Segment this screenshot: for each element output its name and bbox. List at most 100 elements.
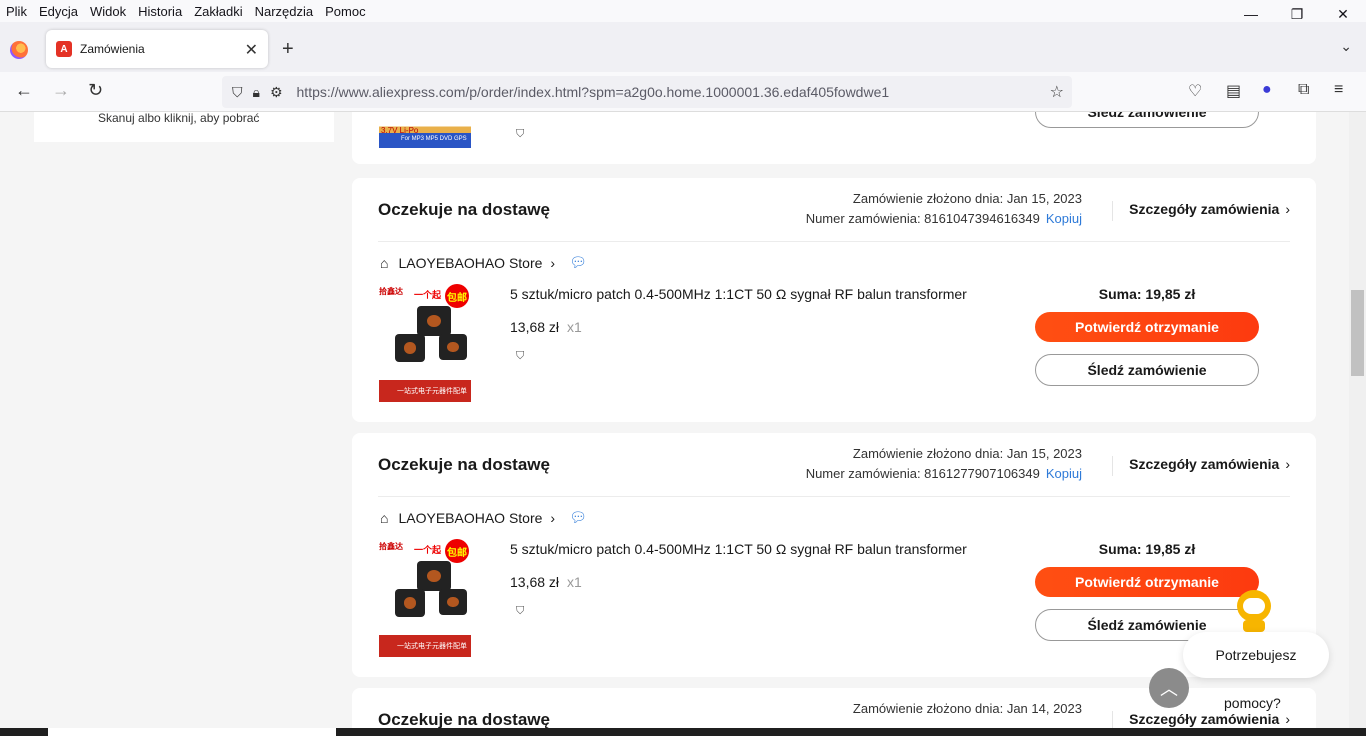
order-meta: Zamówienie złożono dnia: Jan 15, 2023 Nu… [806,189,1082,229]
url-bar[interactable]: ⛉ 🔒︎ ⚙ https://www.aliexpress.com/p/orde… [222,76,1072,108]
store-row: ⌂ LAOYEBAOHAO Store › 💬︎ [380,509,587,526]
thumb-red-text: 一个起 [413,290,441,300]
tracking-protection-shield-icon[interactable]: ⛉ [232,84,243,101]
store-name[interactable]: LAOYEBAOHAO Store [398,510,542,526]
order-details-link[interactable]: Szczegóły zamówienia › [1112,201,1290,221]
order-number: Numer zamówienia: 8161047394616349 [805,211,1040,226]
product-price: 13,68 zł x1 [510,574,582,590]
price-value: 13,68 zł [510,574,560,590]
store-name[interactable]: LAOYEBAOHAO Store [398,255,542,271]
reader-view-icon[interactable]: ▤ [1226,81,1241,101]
app-download-panel: Skanuj albo kliknij, aby pobrać [34,112,334,142]
tab-title: Zamówienia [80,42,145,56]
url-text[interactable]: https://www.aliexpress.com/p/order/index… [297,84,890,100]
permissions-icon[interactable]: ⚙ [270,84,283,101]
menu-pomoc[interactable]: Pomoc [319,4,371,19]
thumb-red-text: 一个起 [413,545,441,555]
app-menu-icon[interactable]: ≡ [1334,81,1343,99]
order-details-label: Szczegóły zamówienia [1129,456,1280,472]
menu-bar: Plik Edycja Widok Historia Zakładki Narz… [0,0,1366,22]
order-details-link[interactable]: Szczegóły zamówienia › [1112,711,1290,728]
product-thumbnail[interactable]: 拾鑫达 一个起 包邮 一站式电子元器件配单 [379,539,471,657]
track-order-button[interactable]: Śledź zamówienie [1035,354,1259,386]
thumb-strip [379,370,471,380]
order-header: Oczekuje na dostawę Zamówienie złożono d… [378,433,1290,497]
page-content: Skanuj albo kliknij, aby pobrać ⛉ Śledź … [0,112,1366,728]
product-price: 13,68 zł x1 [510,319,582,335]
price-value: 13,68 zł [510,319,560,335]
product-title[interactable]: 5 sztuk/micro patch 0.4-500MHz 1:1CT 50 … [510,541,967,557]
extensions-puzzle-icon[interactable]: ⧉ [1298,81,1309,99]
order-date: Zamówienie złożono dnia: Jan 14, 2023 [852,701,1082,716]
confirm-receipt-button[interactable]: Potwierdź otrzymanie [1035,312,1259,342]
menu-zakladki[interactable]: Zakładki [188,4,248,19]
order-details-link[interactable]: Szczegóły zamówienia › [1112,456,1290,476]
chat-icon[interactable]: 💬︎ [569,254,587,271]
back-button[interactable]: ← [15,80,33,101]
scroll-to-top-button[interactable]: ︿ [1149,668,1189,708]
thumb-banner: 一站式电子元器件配单 [379,635,471,657]
thumb-banner: 一站式电子元器件配单 [379,380,471,402]
store-icon: ⌂ [380,509,389,526]
thumb-subtext: For MP3 MP5 DVD GPS [401,136,467,142]
buyer-protection-icon: ⛉ [516,128,525,140]
pocket-icon[interactable]: ♡ [1188,81,1202,101]
firefox-icon[interactable] [10,41,28,59]
thumb-brand: 拾鑫达 [379,287,403,296]
order-date: Zamówienie złożono dnia: Jan 15, 2023 [852,191,1082,206]
product-quantity: x1 [567,319,582,335]
order-card-partial: ⛉ Śledź zamówienie [352,112,1316,164]
chip-image [395,589,425,617]
list-tabs-button[interactable]: ⌄ [1340,38,1352,55]
scan-text[interactable]: Skanuj albo kliknij, aby pobrać [98,112,259,125]
menu-plik[interactable]: Plik [0,4,33,19]
product-quantity: x1 [567,574,582,590]
chip-image [417,561,451,591]
help-bubble[interactable]: Potrzebujesz [1183,632,1329,678]
chip-image [395,334,425,362]
order-sum: Suma: 19,85 zł [1098,541,1196,557]
order-status: Oczekuje na dostawę [378,455,550,474]
bookmark-star-icon[interactable]: ☆ [1050,82,1064,102]
product-title[interactable]: 5 sztuk/micro patch 0.4-500MHz 1:1CT 50 … [510,286,967,302]
menu-narzedzia[interactable]: Narzędzia [249,4,320,19]
vertical-scrollbar[interactable] [1349,112,1366,728]
help-text-2[interactable]: pomocy? [1224,695,1281,711]
menu-historia[interactable]: Historia [132,4,188,19]
order-status: Oczekuje na dostawę [378,710,550,728]
confirm-receipt-button[interactable]: Potwierdź otrzymanie [1035,567,1259,597]
thumb-badge: 包邮 [445,284,469,308]
tab-bar: A Zamówienia ✕ + ⌄ [0,22,1366,72]
chip-image [439,334,467,360]
reload-button[interactable]: ↻ [88,80,103,101]
order-status: Oczekuje na dostawę [378,200,550,219]
scrollbar-thumb[interactable] [1351,290,1364,376]
copy-link[interactable]: Kopiuj [1046,211,1082,226]
buyer-protection-icon: ⛉ [516,350,525,362]
chevron-right-icon[interactable]: › [550,255,555,271]
chevron-right-icon: › [1285,456,1290,472]
help-text: Potrzebujesz [1215,647,1297,663]
product-thumbnail[interactable]: 3.7V Li-Po For MP3 MP5 DVD GPS [379,112,471,148]
menu-edycja[interactable]: Edycja [33,4,84,19]
track-order-button[interactable]: Śledź zamówienie [1035,112,1259,128]
taskbar [0,728,1366,736]
store-icon: ⌂ [380,254,389,271]
copy-link[interactable]: Kopiuj [1046,466,1082,481]
chevron-right-icon[interactable]: › [550,510,555,526]
tab-zamowienia[interactable]: A Zamówienia ✕ [46,30,268,68]
order-details-label: Szczegóły zamówienia [1129,711,1280,727]
extension-icon[interactable]: ● [1262,81,1272,99]
forward-button[interactable]: → [52,80,70,101]
thumb-strip [379,625,471,635]
menu-widok[interactable]: Widok [84,4,132,19]
taskbar-item[interactable] [48,728,336,736]
thumb-brand: 拾鑫达 [379,542,403,551]
lock-icon[interactable]: 🔒︎ [253,84,260,101]
chat-icon[interactable]: 💬︎ [569,509,587,526]
chip-image [439,589,467,615]
close-tab-icon[interactable]: ✕ [245,40,258,60]
new-tab-button[interactable]: + [282,38,294,61]
product-thumbnail[interactable]: 拾鑫达 一个起 包邮 一站式电子元器件配单 [379,284,471,402]
help-assistant-icon[interactable] [1231,590,1277,636]
